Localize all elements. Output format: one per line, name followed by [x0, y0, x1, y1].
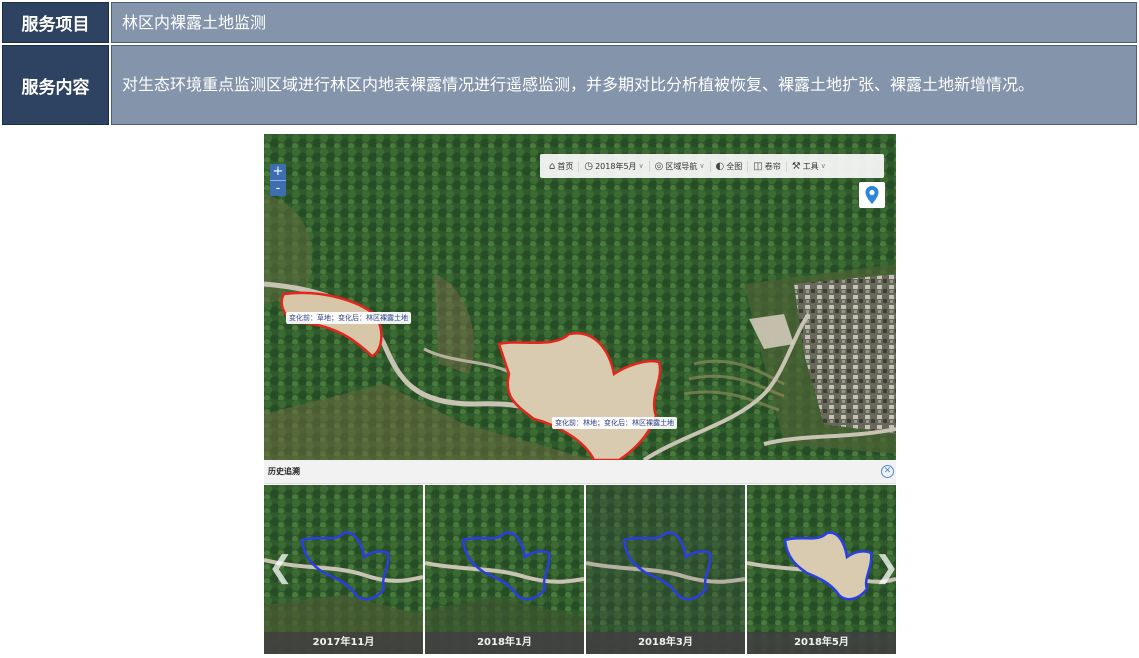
history-thumb[interactable]: 2018年3月: [586, 485, 745, 654]
toolbox-icon: ⚒: [791, 160, 801, 172]
toolbar-date-select[interactable]: ◷ 2018年5月 ∨: [579, 160, 650, 172]
thumb-date-label: 2017年11月: [264, 632, 423, 654]
zoom-in-button[interactable]: +: [270, 164, 286, 180]
chevron-down-icon: ∨: [820, 162, 826, 170]
close-circle-icon[interactable]: ✕: [881, 465, 894, 478]
toolbar-region-label: 区域导航: [665, 161, 698, 171]
history-thumb[interactable]: 2018年1月: [425, 485, 584, 654]
thumb-imagery: [425, 485, 584, 654]
toolbar-swipe-button[interactable]: ◫ 卷帘: [748, 160, 787, 172]
service-info-table: 服务项目 林区内裸露土地监测 服务内容 对生态环境重点监测区域进行林区内地表裸露…: [2, 2, 1137, 125]
split-icon: ◫: [753, 160, 763, 172]
zoom-out-button[interactable]: -: [270, 180, 286, 196]
chevron-down-icon: ∨: [699, 162, 705, 170]
location-pin-icon: [865, 186, 879, 204]
info-row-service-content: 服务内容 对生态环境重点监测区域进行林区内地表裸露情况进行遥感监测，并多期对比分…: [2, 45, 1137, 125]
map-viewer: + - ⌂ 首页 ◷ 2018年5月 ∨ ◎ 区域导航 ∨ ◐ 全图 ◫ 卷帘 …: [264, 134, 896, 654]
change-label: 变化前：草地；变化后：林区裸露土地: [286, 312, 411, 324]
toolbar-home-button[interactable]: ⌂ 首页: [544, 160, 580, 172]
toolbar-full-label: 全图: [726, 161, 743, 171]
locate-button[interactable]: [859, 182, 885, 208]
toolbar-tools-menu[interactable]: ⚒ 工具 ∨: [787, 161, 831, 172]
info-label: 服务项目: [2, 2, 109, 43]
thumb-imagery: [586, 485, 745, 654]
change-label: 变化前：林地；变化后：林区裸露土地: [552, 417, 677, 429]
toolbar-split-label: 卷帘: [764, 161, 781, 171]
toolbar-region-nav[interactable]: ◎ 区域导航 ∨: [650, 160, 711, 172]
compass-icon: ◎: [654, 160, 664, 172]
info-row-service-item: 服务项目 林区内裸露土地监测: [2, 2, 1137, 43]
satellite-imagery: [264, 134, 896, 460]
toolbar-tools-label: 工具: [802, 161, 819, 171]
history-header: 历史追溯 ✕: [264, 460, 896, 484]
toolbar-home-label: 首页: [557, 161, 574, 171]
info-label: 服务内容: [2, 45, 109, 125]
satellite-map[interactable]: + - ⌂ 首页 ◷ 2018年5月 ∨ ◎ 区域导航 ∨ ◐ 全图 ◫ 卷帘 …: [264, 134, 896, 460]
thumb-date-label: 2018年1月: [425, 632, 584, 654]
zoom-control: + -: [270, 164, 286, 196]
thumb-date-label: 2018年3月: [586, 632, 745, 654]
home-icon: ⌂: [549, 160, 556, 172]
map-toolbar: ⌂ 首页 ◷ 2018年5月 ∨ ◎ 区域导航 ∨ ◐ 全图 ◫ 卷帘 ⚒ 工具…: [540, 154, 884, 178]
history-panel: 历史追溯 ✕ 2017年11月 2018年1月 2018年3月 2018年5月 …: [264, 460, 896, 654]
toolbar-full-extent-button[interactable]: ◐ 全图: [711, 160, 749, 172]
history-thumbnails: 2017年11月 2018年1月 2018年3月 2018年5月 ❮: [264, 485, 896, 654]
clock-icon: ◷: [584, 160, 594, 172]
globe-icon: ◐: [715, 160, 725, 172]
info-value: 林区内裸露土地监测: [111, 2, 1137, 43]
thumb-date-label: 2018年5月: [747, 632, 896, 654]
history-title: 历史追溯: [268, 467, 300, 476]
chevron-right-icon[interactable]: ❯: [874, 553, 896, 583]
info-value: 对生态环境重点监测区域进行林区内地表裸露情况进行遥感监测，并多期对比分析植被恢复…: [111, 45, 1137, 125]
chevron-down-icon: ∨: [638, 162, 644, 170]
toolbar-date-label: 2018年5月: [595, 161, 637, 171]
chevron-left-icon[interactable]: ❮: [268, 553, 293, 583]
